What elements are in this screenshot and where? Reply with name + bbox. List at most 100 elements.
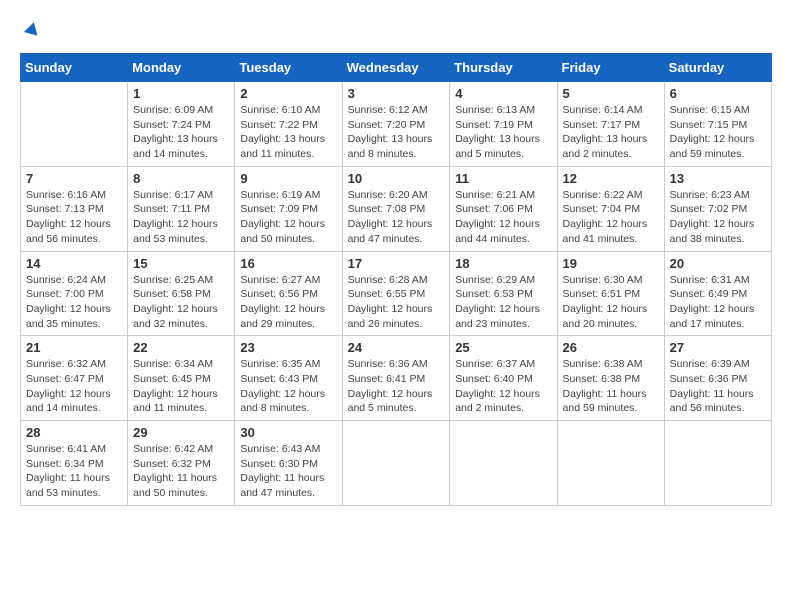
day-info: Sunrise: 6:13 AMSunset: 7:19 PMDaylight:…: [455, 103, 551, 162]
day-info: Sunrise: 6:12 AMSunset: 7:20 PMDaylight:…: [348, 103, 445, 162]
day-cell: 14 Sunrise: 6:24 AMSunset: 7:00 PMDayligh…: [21, 251, 128, 336]
day-cell: 21 Sunrise: 6:32 AMSunset: 6:47 PMDayligh…: [21, 336, 128, 421]
day-info: Sunrise: 6:14 AMSunset: 7:17 PMDaylight:…: [563, 103, 659, 162]
day-number: 1: [133, 86, 229, 101]
day-cell: 22 Sunrise: 6:34 AMSunset: 6:45 PMDayligh…: [128, 336, 235, 421]
weekday-header-monday: Monday: [128, 54, 235, 82]
day-number: 29: [133, 425, 229, 440]
weekday-header-thursday: Thursday: [450, 54, 557, 82]
day-info: Sunrise: 6:32 AMSunset: 6:47 PMDaylight:…: [26, 357, 122, 416]
day-info: Sunrise: 6:21 AMSunset: 7:06 PMDaylight:…: [455, 188, 551, 247]
weekday-header-wednesday: Wednesday: [342, 54, 450, 82]
day-number: 22: [133, 340, 229, 355]
day-info: Sunrise: 6:39 AMSunset: 6:36 PMDaylight:…: [670, 357, 766, 416]
day-number: 21: [26, 340, 122, 355]
day-cell: 2 Sunrise: 6:10 AMSunset: 7:22 PMDaylight…: [235, 82, 342, 167]
day-number: 28: [26, 425, 122, 440]
week-row-4: 21 Sunrise: 6:32 AMSunset: 6:47 PMDayligh…: [21, 336, 772, 421]
day-cell: 8 Sunrise: 6:17 AMSunset: 7:11 PMDaylight…: [128, 166, 235, 251]
day-number: 8: [133, 171, 229, 186]
day-cell: 17 Sunrise: 6:28 AMSunset: 6:55 PMDayligh…: [342, 251, 450, 336]
week-row-5: 28 Sunrise: 6:41 AMSunset: 6:34 PMDayligh…: [21, 421, 772, 506]
day-cell: 25 Sunrise: 6:37 AMSunset: 6:40 PMDayligh…: [450, 336, 557, 421]
week-row-1: 1 Sunrise: 6:09 AMSunset: 7:24 PMDaylight…: [21, 82, 772, 167]
day-info: Sunrise: 6:31 AMSunset: 6:49 PMDaylight:…: [670, 273, 766, 332]
day-info: Sunrise: 6:23 AMSunset: 7:02 PMDaylight:…: [670, 188, 766, 247]
week-row-3: 14 Sunrise: 6:24 AMSunset: 7:00 PMDayligh…: [21, 251, 772, 336]
day-cell: 24 Sunrise: 6:36 AMSunset: 6:41 PMDayligh…: [342, 336, 450, 421]
day-cell: 5 Sunrise: 6:14 AMSunset: 7:17 PMDaylight…: [557, 82, 664, 167]
day-info: Sunrise: 6:15 AMSunset: 7:15 PMDaylight:…: [670, 103, 766, 162]
day-cell: 4 Sunrise: 6:13 AMSunset: 7:19 PMDaylight…: [450, 82, 557, 167]
day-number: 5: [563, 86, 659, 101]
day-info: Sunrise: 6:22 AMSunset: 7:04 PMDaylight:…: [563, 188, 659, 247]
day-number: 27: [670, 340, 766, 355]
day-number: 26: [563, 340, 659, 355]
day-info: Sunrise: 6:42 AMSunset: 6:32 PMDaylight:…: [133, 442, 229, 501]
day-cell: 27 Sunrise: 6:39 AMSunset: 6:36 PMDayligh…: [664, 336, 771, 421]
day-cell: 20 Sunrise: 6:31 AMSunset: 6:49 PMDayligh…: [664, 251, 771, 336]
day-info: Sunrise: 6:17 AMSunset: 7:11 PMDaylight:…: [133, 188, 229, 247]
day-cell: 19 Sunrise: 6:30 AMSunset: 6:51 PMDayligh…: [557, 251, 664, 336]
day-number: 9: [240, 171, 336, 186]
day-number: 3: [348, 86, 445, 101]
weekday-header-row: SundayMondayTuesdayWednesdayThursdayFrid…: [21, 54, 772, 82]
day-number: 30: [240, 425, 336, 440]
day-number: 6: [670, 86, 766, 101]
day-info: Sunrise: 6:41 AMSunset: 6:34 PMDaylight:…: [26, 442, 122, 501]
logo-arrow-icon: [23, 20, 41, 43]
day-number: 24: [348, 340, 445, 355]
day-cell: 23 Sunrise: 6:35 AMSunset: 6:43 PMDayligh…: [235, 336, 342, 421]
day-info: Sunrise: 6:28 AMSunset: 6:55 PMDaylight:…: [348, 273, 445, 332]
day-info: Sunrise: 6:38 AMSunset: 6:38 PMDaylight:…: [563, 357, 659, 416]
day-number: 13: [670, 171, 766, 186]
day-cell: 28 Sunrise: 6:41 AMSunset: 6:34 PMDayligh…: [21, 421, 128, 506]
day-cell: [21, 82, 128, 167]
day-cell: [450, 421, 557, 506]
day-cell: 29 Sunrise: 6:42 AMSunset: 6:32 PMDayligh…: [128, 421, 235, 506]
day-number: 10: [348, 171, 445, 186]
day-number: 12: [563, 171, 659, 186]
day-info: Sunrise: 6:37 AMSunset: 6:40 PMDaylight:…: [455, 357, 551, 416]
day-cell: 11 Sunrise: 6:21 AMSunset: 7:06 PMDayligh…: [450, 166, 557, 251]
day-cell: 9Sunrise: 6:19 AMSunset: 7:09 PMDaylight…: [235, 166, 342, 251]
day-info: Sunrise: 6:36 AMSunset: 6:41 PMDaylight:…: [348, 357, 445, 416]
day-info: Sunrise: 6:29 AMSunset: 6:53 PMDaylight:…: [455, 273, 551, 332]
day-number: 15: [133, 256, 229, 271]
day-number: 7: [26, 171, 122, 186]
logo: [20, 20, 41, 43]
day-number: 4: [455, 86, 551, 101]
day-number: 14: [26, 256, 122, 271]
day-cell: 1 Sunrise: 6:09 AMSunset: 7:24 PMDaylight…: [128, 82, 235, 167]
day-cell: 10 Sunrise: 6:20 AMSunset: 7:08 PMDayligh…: [342, 166, 450, 251]
day-number: 23: [240, 340, 336, 355]
day-cell: 12 Sunrise: 6:22 AMSunset: 7:04 PMDayligh…: [557, 166, 664, 251]
day-info: Sunrise: 6:35 AMSunset: 6:43 PMDaylight:…: [240, 357, 336, 416]
day-cell: [664, 421, 771, 506]
day-info: Sunrise: 6:09 AMSunset: 7:24 PMDaylight:…: [133, 103, 229, 162]
day-number: 17: [348, 256, 445, 271]
day-cell: 26 Sunrise: 6:38 AMSunset: 6:38 PMDayligh…: [557, 336, 664, 421]
day-number: 2: [240, 86, 336, 101]
day-number: 18: [455, 256, 551, 271]
day-number: 20: [670, 256, 766, 271]
day-info: Sunrise: 6:43 AMSunset: 6:30 PMDaylight:…: [240, 442, 336, 501]
weekday-header-friday: Friday: [557, 54, 664, 82]
weekday-header-sunday: Sunday: [21, 54, 128, 82]
week-row-2: 7Sunrise: 6:16 AMSunset: 7:13 PMDaylight…: [21, 166, 772, 251]
day-cell: 18 Sunrise: 6:29 AMSunset: 6:53 PMDayligh…: [450, 251, 557, 336]
day-number: 11: [455, 171, 551, 186]
day-info: Sunrise: 6:10 AMSunset: 7:22 PMDaylight:…: [240, 103, 336, 162]
day-info: Sunrise: 6:24 AMSunset: 7:00 PMDaylight:…: [26, 273, 122, 332]
day-number: 25: [455, 340, 551, 355]
day-info: Sunrise: 6:20 AMSunset: 7:08 PMDaylight:…: [348, 188, 445, 247]
weekday-header-tuesday: Tuesday: [235, 54, 342, 82]
day-info: Sunrise: 6:27 AMSunset: 6:56 PMDaylight:…: [240, 273, 336, 332]
day-cell: 13 Sunrise: 6:23 AMSunset: 7:02 PMDayligh…: [664, 166, 771, 251]
day-info: Sunrise: 6:34 AMSunset: 6:45 PMDaylight:…: [133, 357, 229, 416]
day-number: 19: [563, 256, 659, 271]
header: [20, 20, 772, 43]
day-info: Sunrise: 6:30 AMSunset: 6:51 PMDaylight:…: [563, 273, 659, 332]
day-cell: 16Sunrise: 6:27 AMSunset: 6:56 PMDayligh…: [235, 251, 342, 336]
day-cell: 3 Sunrise: 6:12 AMSunset: 7:20 PMDaylight…: [342, 82, 450, 167]
